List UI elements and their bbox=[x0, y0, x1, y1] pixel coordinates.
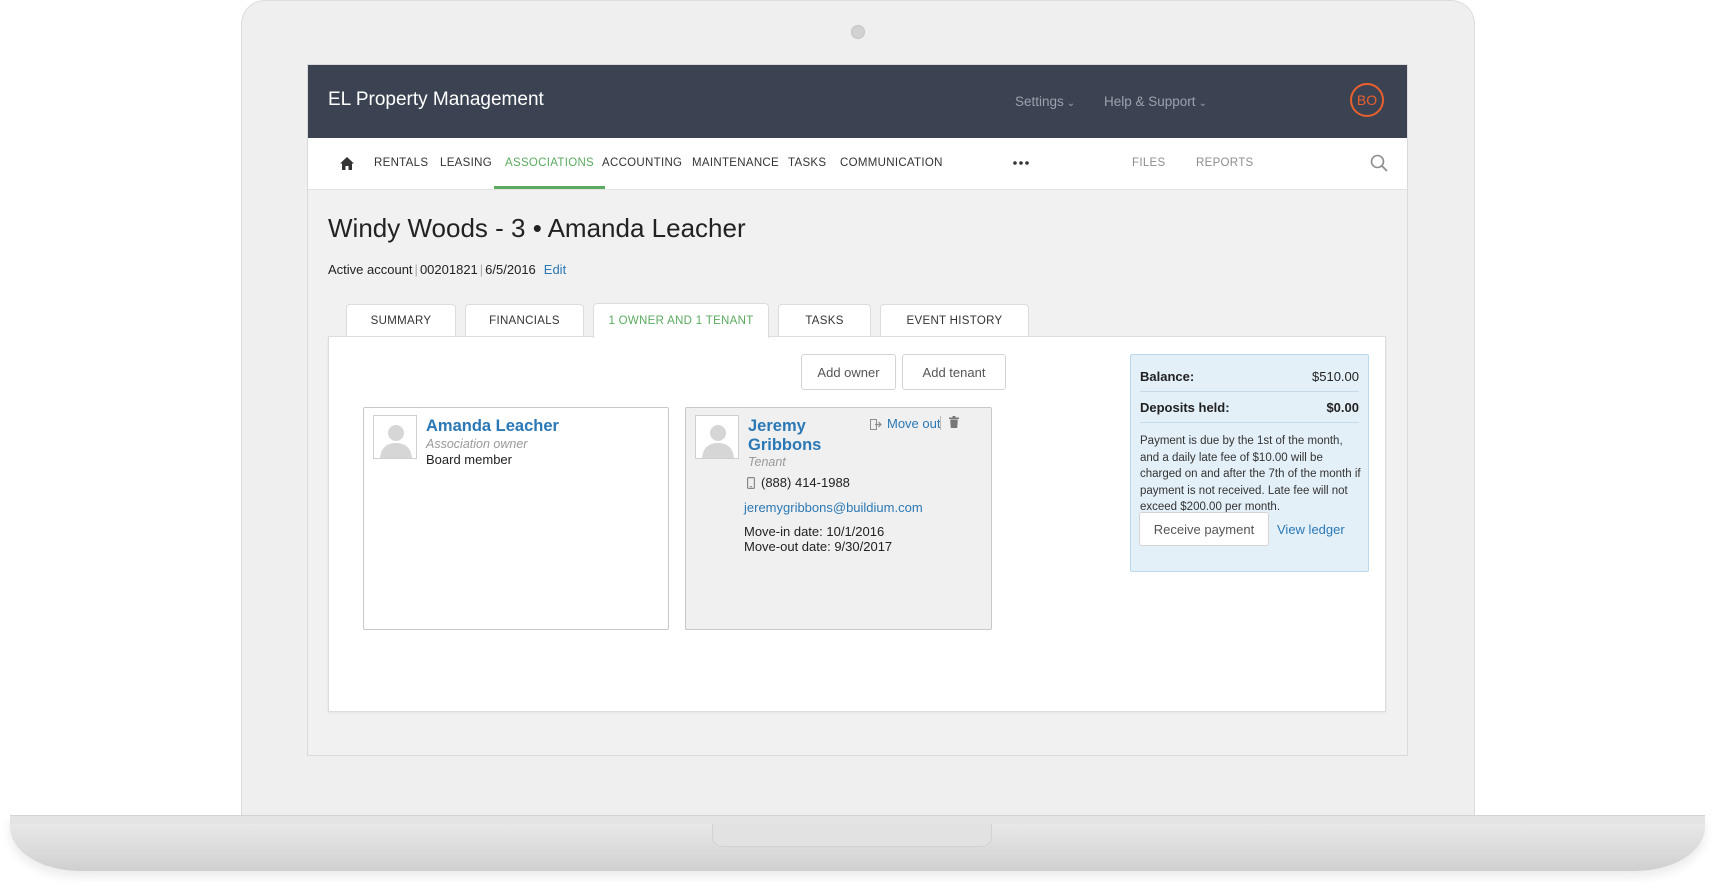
search-icon[interactable] bbox=[1370, 154, 1388, 172]
deposits-row: Deposits held: $0.00 bbox=[1140, 400, 1359, 415]
tab-event-history[interactable]: EVENT HISTORY bbox=[880, 304, 1029, 336]
move-out-icon[interactable] bbox=[870, 419, 882, 430]
divider bbox=[1140, 422, 1359, 423]
settings-label: Settings bbox=[1015, 94, 1064, 109]
account-date: 6/5/2016 bbox=[485, 262, 536, 277]
tenant-move-in: Move-in date: 10/1/2016 bbox=[744, 524, 885, 539]
tab-panel: Add owner Add tenant Amanda Leacher Asso… bbox=[328, 336, 1386, 712]
nav-accounting[interactable]: ACCOUNTING bbox=[602, 138, 682, 189]
nav-reports[interactable]: REPORTS bbox=[1196, 138, 1253, 189]
help-support-label: Help & Support bbox=[1104, 94, 1196, 109]
add-tenant-button[interactable]: Add tenant bbox=[902, 354, 1006, 390]
person-placeholder-icon bbox=[695, 415, 739, 459]
owner-role: Association owner bbox=[426, 437, 528, 451]
move-out-link[interactable]: Move out bbox=[887, 416, 940, 431]
owner-position: Board member bbox=[426, 452, 512, 467]
camera-icon bbox=[851, 25, 865, 39]
deposits-value: $0.00 bbox=[1326, 400, 1359, 415]
top-header: EL Property Management Settings ⌄ Help & … bbox=[308, 65, 1407, 138]
tab-financials[interactable]: FINANCIALS bbox=[465, 304, 584, 336]
tenant-phone: (888) 414-1988 bbox=[761, 475, 850, 490]
tab-summary[interactable]: SUMMARY bbox=[346, 304, 456, 336]
app-screen: EL Property Management Settings ⌄ Help & … bbox=[307, 64, 1408, 756]
nav-maintenance[interactable]: MAINTENANCE bbox=[692, 138, 779, 189]
receive-payment-button[interactable]: Receive payment bbox=[1139, 512, 1269, 546]
account-meta: Active account | 00201821 | 6/5/2016 Edit bbox=[328, 262, 567, 277]
person-placeholder-icon bbox=[373, 415, 417, 459]
more-icon[interactable] bbox=[1012, 160, 1030, 166]
tenant-email[interactable]: jeremygribbons@buildium.com bbox=[744, 500, 923, 515]
view-ledger-link[interactable]: View ledger bbox=[1277, 522, 1345, 537]
nav-files[interactable]: FILES bbox=[1132, 138, 1165, 189]
tab-tasks[interactable]: TASKS bbox=[778, 304, 871, 336]
payment-terms-note: Payment is due by the 1st of the month, … bbox=[1140, 435, 1361, 513]
owner-card: Amanda Leacher Association owner Board m… bbox=[363, 407, 669, 630]
tenant-last-name[interactable]: Gribbons bbox=[748, 435, 821, 455]
account-status: Active account bbox=[328, 262, 413, 277]
settings-menu[interactable]: Settings ⌄ bbox=[1015, 94, 1075, 109]
avatar[interactable]: BO bbox=[1350, 83, 1384, 117]
nav-tasks[interactable]: TASKS bbox=[788, 138, 826, 189]
balance-value: $510.00 bbox=[1312, 369, 1359, 384]
owner-name[interactable]: Amanda Leacher bbox=[426, 416, 559, 436]
account-number: 00201821 bbox=[419, 262, 478, 277]
tenant-first-name[interactable]: Jeremy bbox=[748, 416, 806, 436]
deposits-label: Deposits held: bbox=[1140, 400, 1230, 415]
chevron-down-icon: ⌄ bbox=[1066, 98, 1076, 109]
balance-label: Balance: bbox=[1140, 369, 1195, 384]
phone-icon bbox=[747, 477, 755, 489]
nav-associations[interactable]: ASSOCIATIONS bbox=[493, 138, 606, 189]
balance-summary: Balance: $510.00 Deposits held: $0.00 Pa… bbox=[1130, 354, 1369, 572]
balance-row: Balance: $510.00 bbox=[1140, 369, 1359, 384]
chevron-down-icon: ⌄ bbox=[1198, 98, 1207, 109]
trash-icon[interactable] bbox=[949, 416, 959, 428]
edit-link[interactable]: Edit bbox=[544, 262, 566, 277]
help-support-menu[interactable]: Help & Support ⌄ bbox=[1104, 94, 1207, 109]
main-nav: RENTALS LEASING ASSOCIATIONS ACCOUNTING … bbox=[308, 138, 1407, 190]
page-title: Windy Woods - 3 • Amanda Leacher bbox=[328, 213, 746, 243]
tab-owners-tenants[interactable]: 1 OWNER AND 1 TENANT bbox=[593, 303, 769, 338]
nav-leasing[interactable]: LEASING bbox=[440, 138, 492, 189]
divider bbox=[940, 416, 941, 430]
tenant-role: Tenant bbox=[748, 455, 786, 469]
add-owner-button[interactable]: Add owner bbox=[801, 354, 896, 390]
tenant-card: Jeremy Gribbons Tenant Move out (888) 41… bbox=[685, 407, 992, 630]
tenant-move-out: Move-out date: 9/30/2017 bbox=[744, 539, 893, 554]
app-title: EL Property Management bbox=[328, 89, 544, 110]
laptop-base-edge bbox=[10, 815, 1705, 824]
laptop-notch bbox=[712, 824, 992, 847]
nav-communication[interactable]: COMMUNICATION bbox=[840, 138, 943, 189]
home-icon[interactable] bbox=[340, 157, 354, 170]
divider bbox=[1140, 391, 1359, 392]
nav-rentals[interactable]: RENTALS bbox=[374, 138, 428, 189]
